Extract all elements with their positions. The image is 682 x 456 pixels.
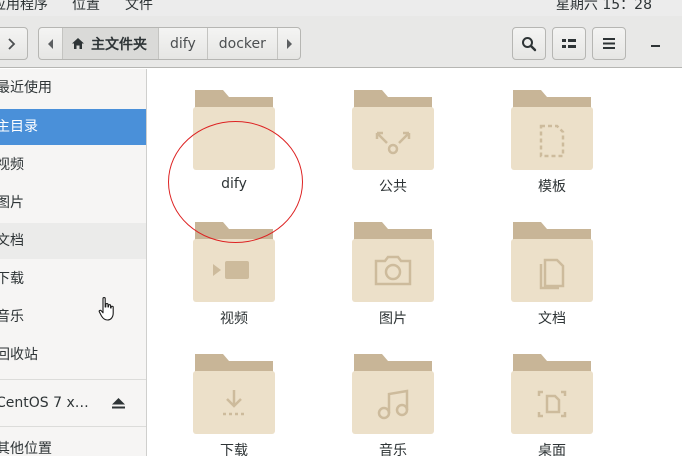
home-icon — [72, 38, 84, 49]
folder-public-icon — [352, 90, 434, 170]
path-segment-dify[interactable]: dify — [158, 28, 207, 59]
sidebar-item-trash[interactable]: 回收站 — [0, 337, 146, 373]
file-item-label: 公共 — [379, 179, 407, 195]
file-item-label: 模板 — [538, 179, 566, 195]
sidebar-item-label: 视频 — [0, 157, 24, 173]
sidebar-divider — [0, 426, 146, 427]
path-scroll-right[interactable] — [276, 28, 300, 59]
folder-pictures-icon — [352, 222, 434, 302]
folder-desktop-icon — [511, 354, 593, 434]
applications-menu[interactable]: 应用程序 — [0, 0, 48, 12]
header-bar: 主文件夹 dify docker — [0, 16, 682, 68]
view-toggle-button[interactable] — [552, 27, 586, 60]
path-segment-home[interactable]: 主文件夹 — [62, 28, 158, 59]
list-view-icon — [562, 38, 576, 48]
sidebar-item-home[interactable]: 主目录 — [0, 109, 146, 145]
sidebar-item-documents[interactable]: 文档 — [0, 223, 146, 259]
folder-videos-icon — [193, 222, 275, 302]
path-segment-label: docker — [218, 35, 266, 52]
file-item-documents[interactable]: 文档 — [492, 220, 612, 328]
file-item-label: 下载 — [220, 443, 248, 456]
sidebar-item-label: 音乐 — [0, 309, 24, 325]
sidebar-item-label: 下载 — [0, 271, 24, 287]
file-item-templates[interactable]: 模板 — [492, 88, 612, 196]
sidebar-item-label: 其他位置 — [0, 441, 52, 456]
sidebar-item-label: 图片 — [0, 195, 24, 211]
file-item-label: 桌面 — [538, 443, 566, 456]
path-segment-label: 主文件夹 — [91, 36, 147, 53]
file-item-dify[interactable]: dify — [174, 88, 294, 192]
folder-documents-icon — [511, 222, 593, 302]
file-item-label: 图片 — [379, 311, 407, 327]
file-item-label: 视频 — [220, 311, 248, 327]
minimize-icon[interactable] — [651, 45, 660, 47]
places-menu[interactable]: 位置 — [72, 0, 100, 12]
folder-music-icon — [352, 354, 434, 434]
hand-cursor-icon — [98, 296, 114, 321]
sidebar-item-recent[interactable]: 最近使用 — [0, 70, 146, 106]
hamburger-menu-icon — [603, 38, 615, 49]
file-item-desktop[interactable]: 桌面 — [492, 352, 612, 456]
sidebar-item-pictures[interactable]: 图片 — [0, 185, 146, 221]
back-button[interactable] — [0, 27, 28, 60]
file-item-label: 文档 — [538, 311, 566, 327]
file-item-downloads[interactable]: 下载 — [174, 352, 294, 456]
file-item-label: 音乐 — [379, 443, 407, 456]
path-segment-label: dify — [170, 35, 196, 52]
file-item-pictures[interactable]: 图片 — [333, 220, 453, 328]
chevron-right-icon — [286, 38, 292, 49]
clock[interactable]: 星期六 15：28 — [556, 0, 652, 12]
sidebar-divider — [0, 379, 146, 380]
files-menu[interactable]: 文件 — [125, 0, 153, 12]
file-item-public[interactable]: 公共 — [333, 88, 453, 196]
path-bar: 主文件夹 dify docker — [38, 27, 301, 60]
sidebar-item-downloads[interactable]: 下载 — [0, 261, 146, 297]
search-icon — [522, 36, 537, 51]
folder-icon — [193, 90, 275, 170]
path-segment-docker[interactable]: docker — [206, 28, 277, 59]
system-top-bar: 应用程序 位置 文件 星期六 15：28 — [0, 0, 682, 16]
file-item-videos[interactable]: 视频 — [174, 220, 294, 328]
folder-templates-icon — [511, 90, 593, 170]
chevron-left-icon — [47, 38, 53, 49]
search-button[interactable] — [512, 27, 546, 60]
file-grid: dify 公共 模板 视频 图片 文档 下载 音乐 桌面 — [148, 69, 682, 456]
sidebar-item-videos[interactable]: 视频 — [0, 147, 146, 183]
menu-button[interactable] — [592, 27, 626, 60]
sidebar-item-label: CentOS 7 x… — [0, 395, 89, 411]
folder-download-icon — [193, 354, 275, 434]
path-scroll-left[interactable] — [39, 28, 62, 59]
sidebar-item-label: 文档 — [0, 233, 24, 249]
sidebar-item-label: 最近使用 — [0, 80, 52, 96]
file-item-music[interactable]: 音乐 — [333, 352, 453, 456]
sidebar-item-label: 回收站 — [0, 347, 38, 363]
file-item-label: dify — [221, 176, 247, 192]
sidebar-item-device[interactable]: CentOS 7 x… — [0, 385, 146, 421]
sidebar-item-other-locations[interactable]: 其他位置 — [0, 431, 146, 456]
sidebar-item-label: 主目录 — [0, 119, 38, 135]
chevron-right-icon — [8, 37, 16, 50]
eject-icon[interactable] — [112, 398, 125, 409]
sidebar: 最近使用 主目录 视频 图片 文档 下载 音乐 回收站 CentOS 7 x… … — [0, 69, 147, 456]
sidebar-item-music[interactable]: 音乐 — [0, 299, 146, 335]
